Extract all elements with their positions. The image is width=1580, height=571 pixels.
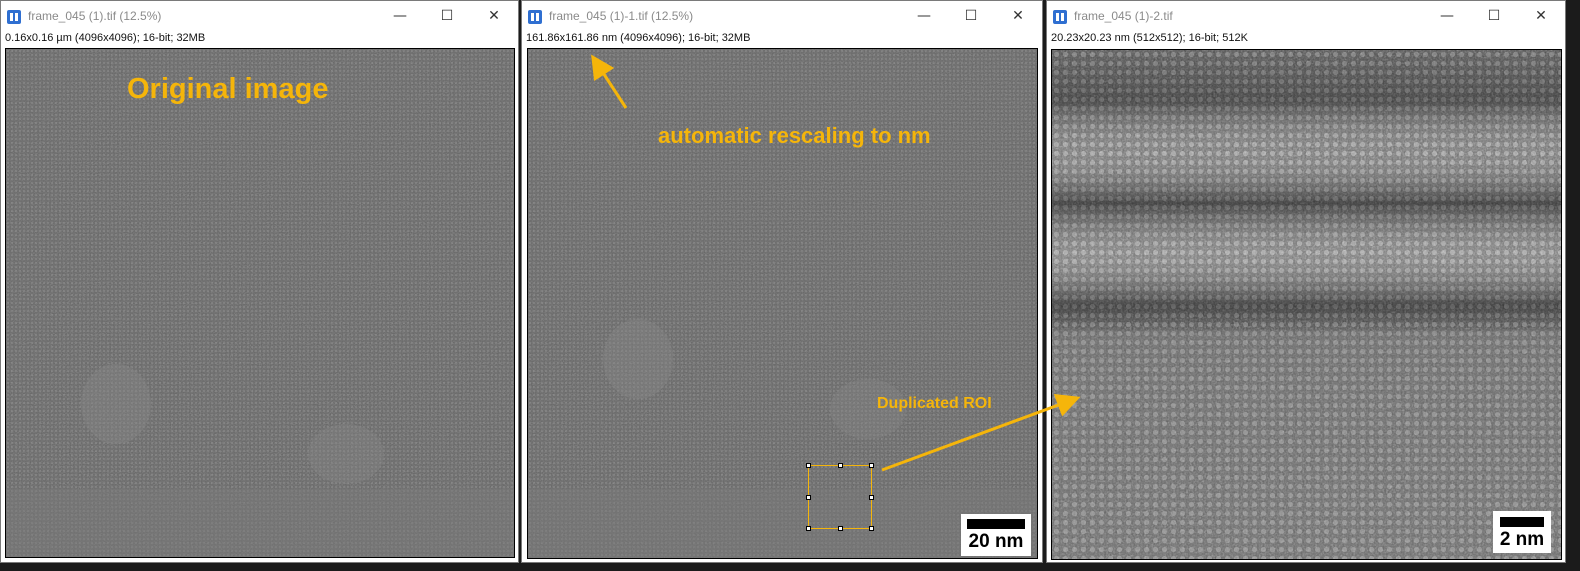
annotation-rescaling: automatic rescaling to nm (658, 123, 931, 148)
minimize-button[interactable]: — (904, 1, 944, 31)
roi-handle[interactable] (806, 526, 811, 531)
close-button[interactable]: ✕ (474, 1, 514, 31)
close-button[interactable]: ✕ (1521, 1, 1561, 31)
image-canvas[interactable]: automatic rescaling to nm Duplicated ROI… (527, 48, 1038, 559)
roi-handle[interactable] (869, 495, 874, 500)
imagej-app-icon (528, 10, 542, 24)
scale-bar: 20 nm (961, 514, 1031, 556)
annotation-duplicated-roi: Duplicated ROI (877, 395, 992, 412)
title-bar[interactable]: frame_045 (1)-2.tif — ☐ ✕ (1047, 1, 1565, 31)
image-canvas[interactable]: 2 nm (1051, 49, 1562, 560)
close-button[interactable]: ✕ (998, 1, 1038, 31)
window-title: frame_045 (1)-2.tif (1074, 9, 1173, 23)
roi-rectangle[interactable] (806, 463, 874, 531)
image-canvas[interactable]: Original image (5, 48, 515, 558)
image-info: 20.23x20.23 nm (512x512); 16-bit; 512K (1051, 32, 1248, 44)
roi-handle[interactable] (869, 463, 874, 468)
tem-image (6, 49, 514, 557)
scale-bar-label: 2 nm (1499, 529, 1545, 550)
title-bar[interactable]: frame_045 (1)-1.tif (12.5%) — ☐ ✕ (522, 1, 1042, 31)
image-window-rescaled[interactable]: frame_045 (1)-1.tif (12.5%) — ☐ ✕ 161.86… (521, 0, 1043, 563)
scale-bar-line (967, 519, 1025, 529)
maximize-button[interactable]: ☐ (951, 1, 991, 31)
title-bar[interactable]: frame_045 (1).tif (12.5%) — ☐ ✕ (1, 1, 518, 31)
window-title: frame_045 (1).tif (12.5%) (28, 9, 162, 23)
scale-bar-line (1500, 517, 1544, 527)
image-window-original[interactable]: frame_045 (1).tif (12.5%) — ☐ ✕ 0.16x0.1… (0, 0, 519, 563)
image-window-duplicate[interactable]: frame_045 (1)-2.tif — ☐ ✕ 20.23x20.23 nm… (1046, 0, 1566, 563)
maximize-button[interactable]: ☐ (1474, 1, 1514, 31)
scale-bar-label: 20 nm (968, 531, 1024, 552)
minimize-button[interactable]: — (1427, 1, 1467, 31)
annotation-original-image: Original image (127, 73, 329, 105)
roi-handle[interactable] (806, 495, 811, 500)
tem-image (1052, 50, 1561, 559)
minimize-button[interactable]: — (380, 1, 420, 31)
window-title: frame_045 (1)-1.tif (12.5%) (549, 9, 694, 23)
roi-handle[interactable] (838, 526, 843, 531)
scale-bar: 2 nm (1493, 511, 1551, 553)
roi-handle[interactable] (806, 463, 811, 468)
roi-handle[interactable] (838, 463, 843, 468)
maximize-button[interactable]: ☐ (427, 1, 467, 31)
image-info: 0.16x0.16 µm (4096x4096); 16-bit; 32MB (5, 32, 206, 44)
imagej-app-icon (1053, 10, 1067, 24)
image-info: 161.86x161.86 nm (4096x4096); 16-bit; 32… (526, 32, 751, 44)
imagej-app-icon (7, 10, 21, 24)
roi-handle[interactable] (869, 526, 874, 531)
